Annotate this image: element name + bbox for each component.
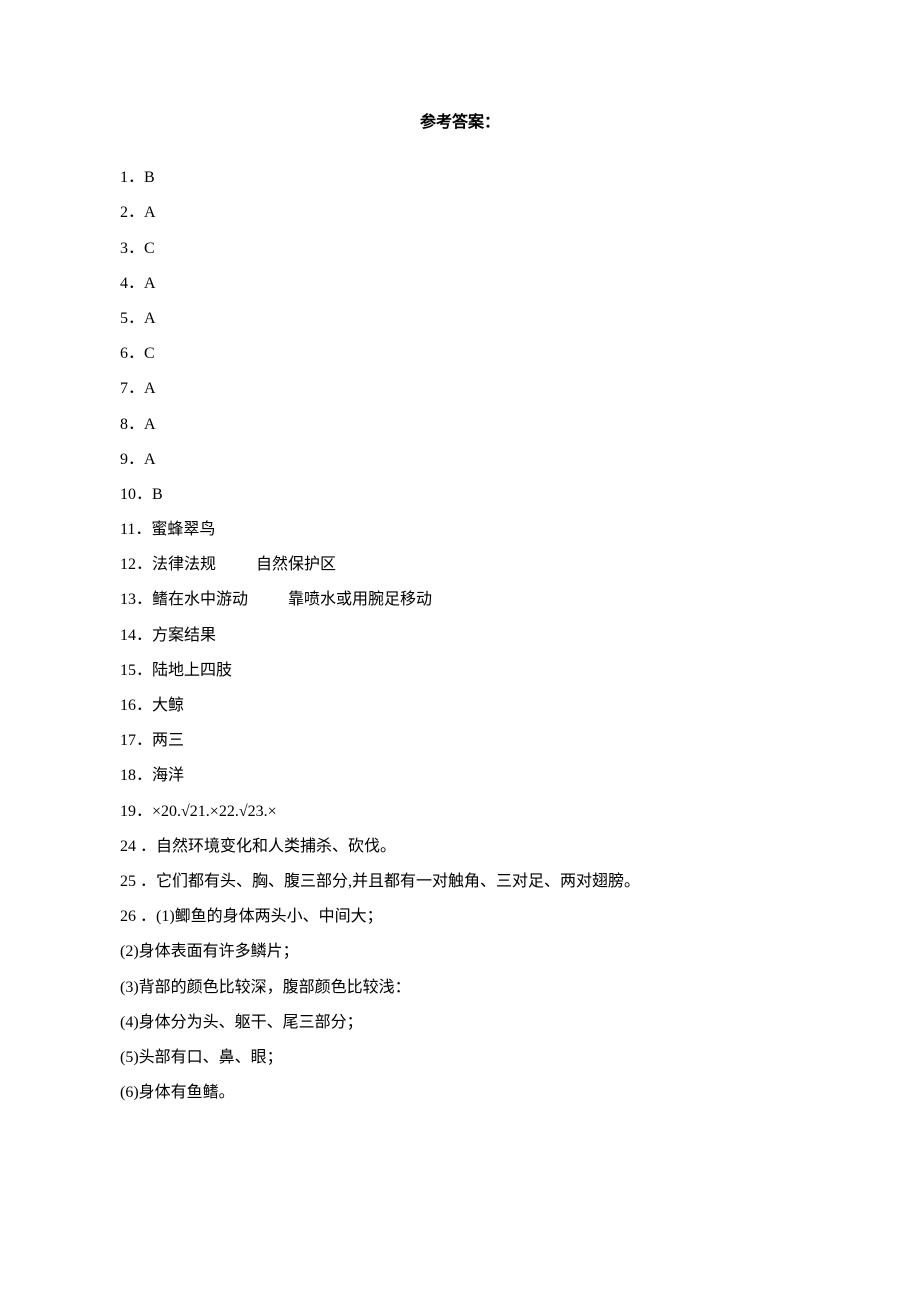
answer-item: 6．C — [120, 336, 800, 371]
answer-item: 15．陆地上四肢 — [120, 653, 800, 688]
answer-item: 8．A — [120, 407, 800, 442]
answer-item: (5)头部有口、鼻、眼； — [120, 1040, 800, 1075]
answer-item: 18．海洋 — [120, 758, 800, 793]
answer-item: 5．A — [120, 301, 800, 336]
document-page: 参考答案： 1．B 2．A 3．C 4．A 5．A 6．C 7．A 8．A 9．… — [0, 0, 920, 1170]
answer-item: 1．B — [120, 160, 800, 195]
answer-item: 25 ．它们都有头、胸、腹三部分,并且都有一对触角、三对足、两对翅膀。 — [120, 864, 800, 899]
answer-item: 13．鳍在水中游动 靠喷水或用腕足移动 — [120, 582, 800, 617]
answer-item: 11．蜜蜂翠鸟 — [120, 512, 800, 547]
answer-item: 17．两三 — [120, 723, 800, 758]
answer-item: (2)身体表面有许多鳞片； — [120, 934, 800, 969]
answer-item: 26 ．(1)鲫鱼的身体两头小、中间大； — [120, 899, 800, 934]
answer-item: 19．×20.√21.×22.√23.× — [120, 794, 800, 829]
answer-list: 1．B 2．A 3．C 4．A 5．A 6．C 7．A 8．A 9．A 10．B… — [120, 160, 800, 1110]
answer-item: (3)背部的颜色比较深，腹部颜色比较浅： — [120, 970, 800, 1005]
answer-item: 16．大鲸 — [120, 688, 800, 723]
answer-item: 14．方案结果 — [120, 618, 800, 653]
page-title: 参考答案： — [120, 105, 800, 140]
answer-item: 3．C — [120, 231, 800, 266]
answer-item: 2．A — [120, 195, 800, 230]
answer-item: 12．法律法规 自然保护区 — [120, 547, 800, 582]
answer-item: 7．A — [120, 371, 800, 406]
answer-item: 9．A — [120, 442, 800, 477]
answer-item: 24 ．自然环境变化和人类捕杀、砍伐。 — [120, 829, 800, 864]
answer-item: (4)身体分为头、躯干、尾三部分； — [120, 1005, 800, 1040]
answer-item: (6)身体有鱼鳍。 — [120, 1075, 800, 1110]
answer-item: 4．A — [120, 266, 800, 301]
answer-item: 10．B — [120, 477, 800, 512]
